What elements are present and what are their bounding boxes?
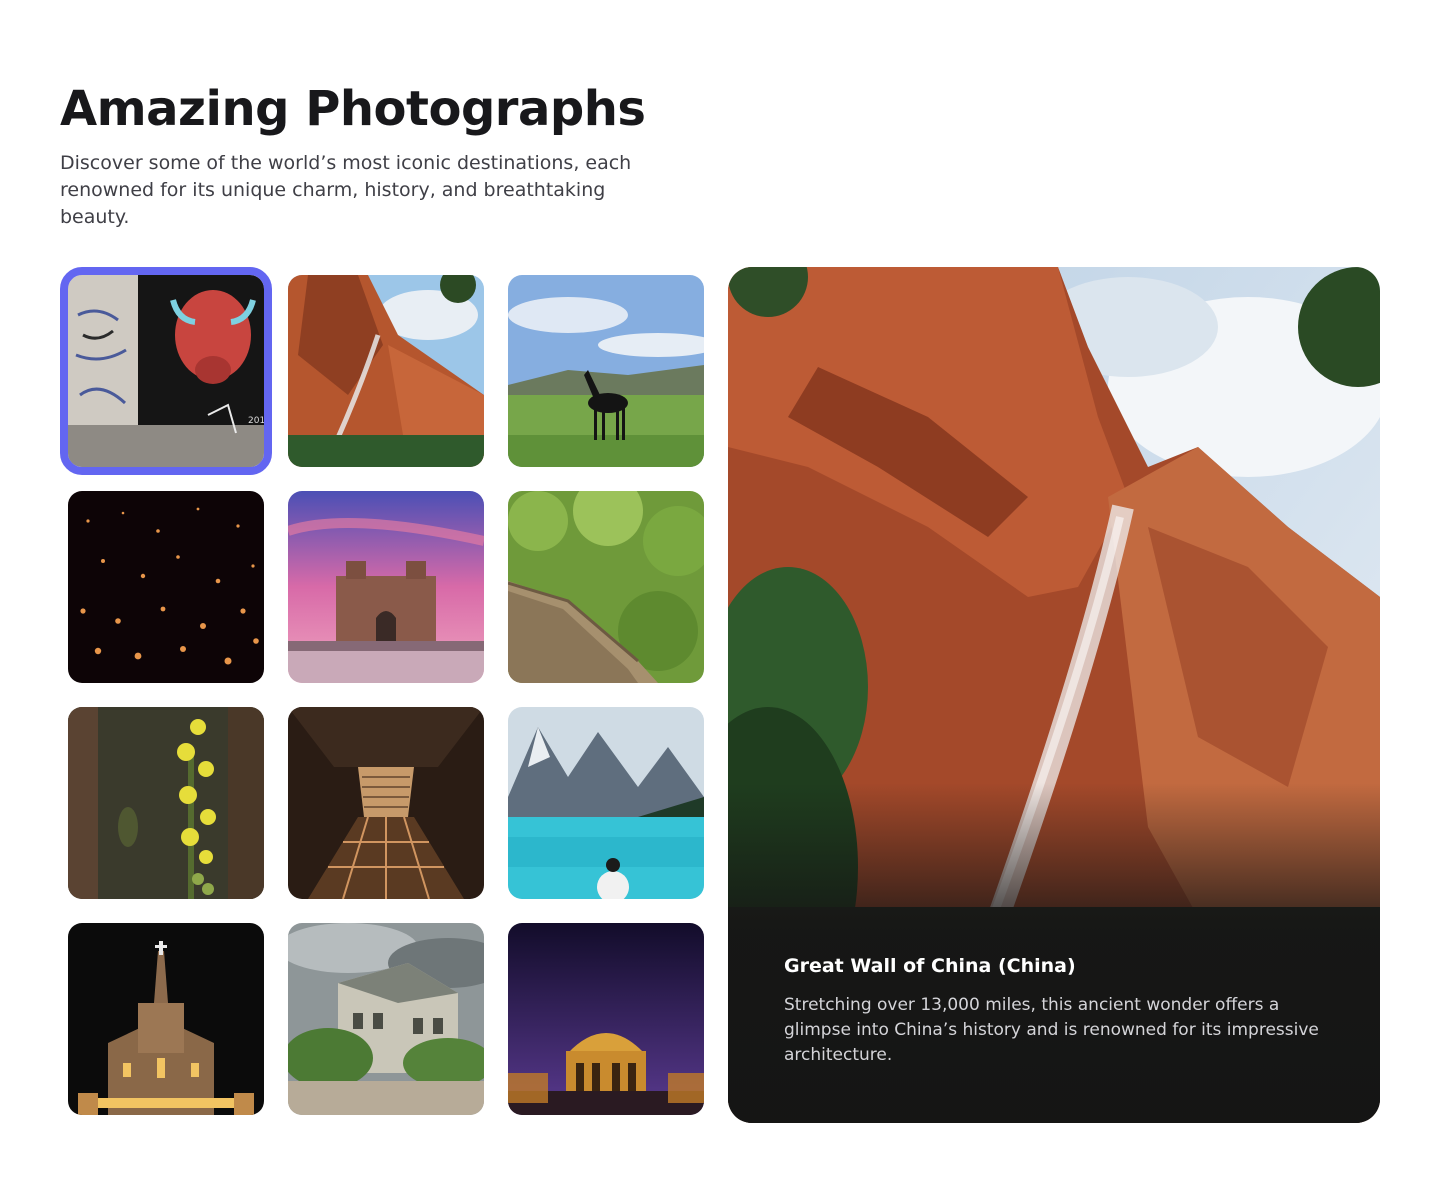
thumbnail-image [288, 275, 484, 467]
thumbnail-image [508, 923, 704, 1115]
featured-description: Stretching over 13,000 miles, this ancie… [784, 995, 1319, 1065]
featured-photo[interactable]: Great Wall of China (China) Stretching o… [728, 267, 1380, 1123]
thumbnail-image [68, 707, 264, 899]
thumbnail-image [68, 923, 264, 1115]
gallery-page: Amazing Photographs Discover some of the… [0, 0, 1440, 1203]
thumbnail-image [508, 491, 704, 683]
thumbnail-underground-staircase[interactable] [288, 707, 484, 899]
thumbnail-image [288, 923, 484, 1115]
thumbnail-abandoned-villa[interactable] [288, 923, 484, 1115]
thumbnail-great-wall-forest[interactable] [508, 491, 704, 683]
featured-caption: Great Wall of China (China) Stretching o… [784, 953, 1324, 1068]
featured-title: Great Wall of China (China) [784, 955, 1076, 977]
thumbnail-red-cliff-waterfall[interactable] [288, 275, 484, 467]
thumbnail-image [68, 491, 264, 683]
thumbnail-grid: 2018 [60, 267, 704, 1115]
page-title: Amazing Photographs [60, 81, 646, 137]
thumbnail-image [288, 707, 484, 899]
svg-text:2018: 2018 [248, 416, 264, 426]
thumbnail-graffiti-bull-mural[interactable]: 2018 [60, 267, 272, 475]
thumbnail-yellow-flowers[interactable] [68, 707, 264, 899]
thumbnail-domed-palace-night[interactable] [508, 923, 704, 1115]
thumbnail-floating-lanterns-night[interactable] [68, 491, 264, 683]
thumbnail-image [508, 707, 704, 899]
thumbnail-mountain-lake[interactable] [508, 707, 704, 899]
thumbnail-image: 2018 [68, 275, 264, 467]
thumbnail-black-horse-meadow[interactable] [508, 275, 704, 467]
thumbnail-church-night[interactable] [68, 923, 264, 1115]
thumbnail-image [508, 275, 704, 467]
page-subtitle: Discover some of the world’s most iconic… [60, 152, 632, 228]
thumbnail-image [288, 491, 484, 683]
thumbnail-gateway-arch-sunset[interactable] [288, 491, 484, 683]
